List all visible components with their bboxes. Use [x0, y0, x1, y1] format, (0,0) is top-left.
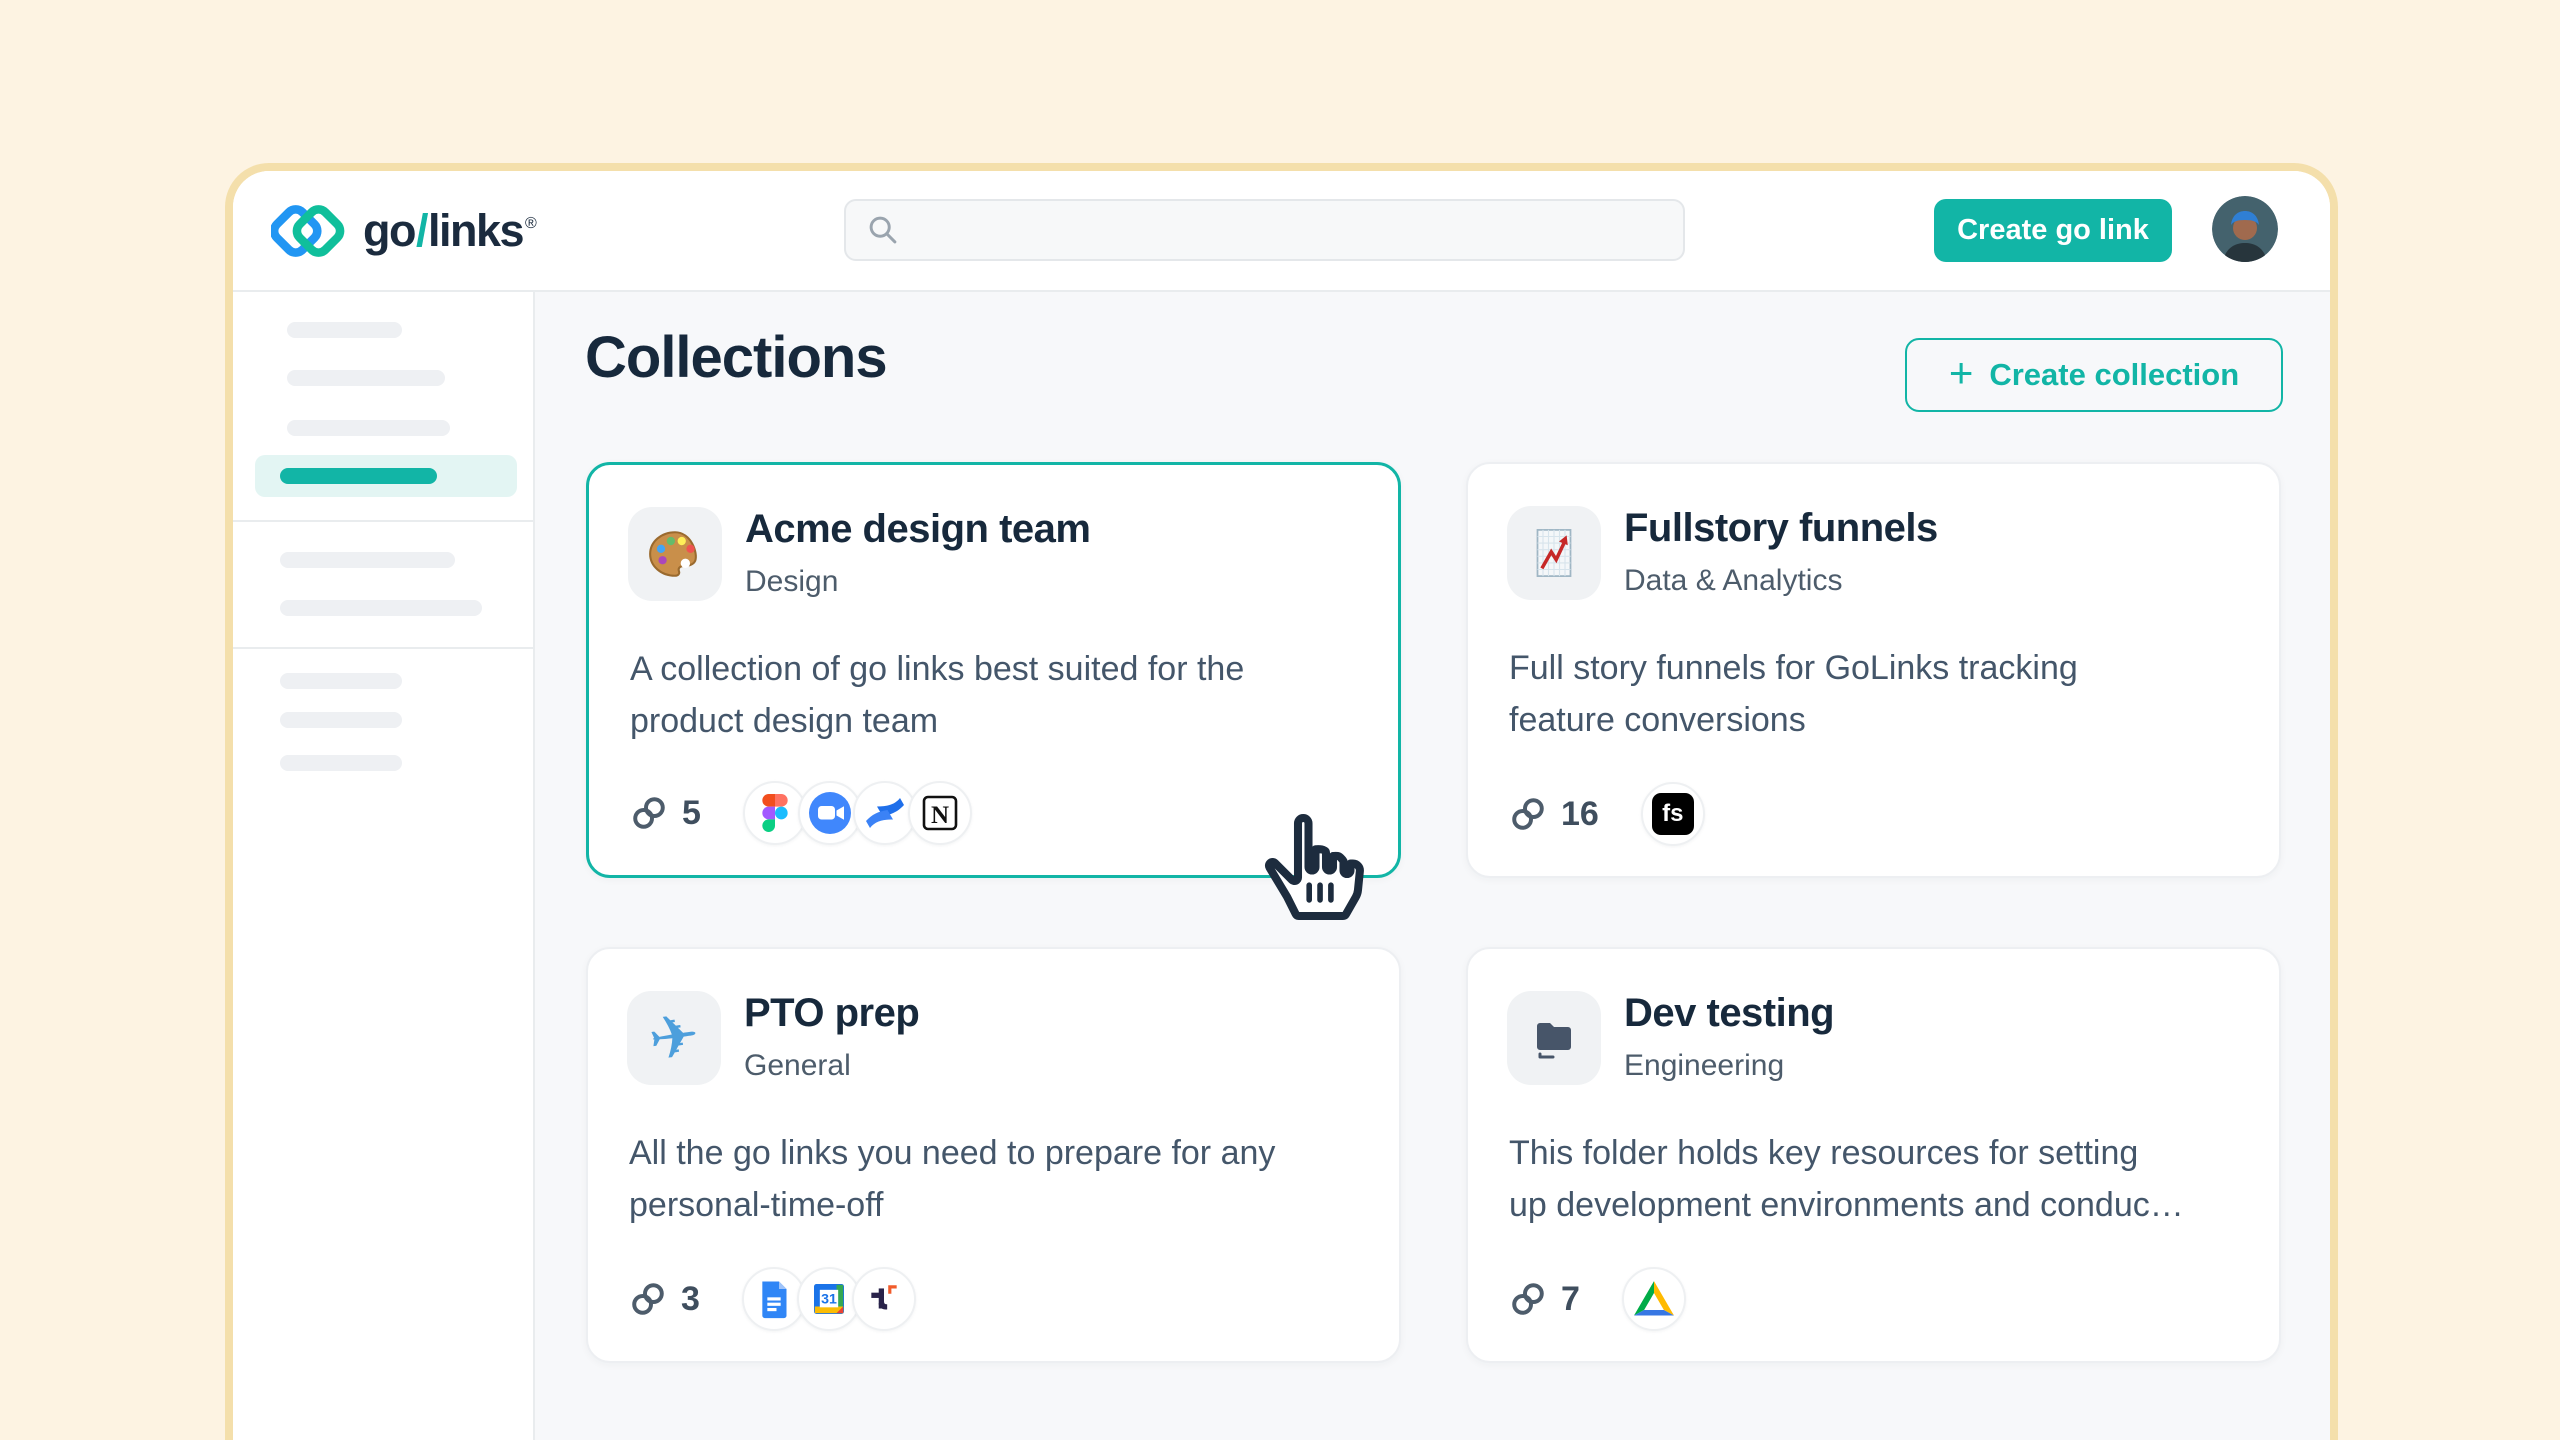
avatar-photo — [2212, 196, 2278, 262]
main-content: Collections + Create collection Acme des… — [535, 292, 2330, 1440]
avatar[interactable] — [2212, 196, 2278, 262]
collection-card-dev-testing[interactable]: Dev testing Engineering This folder hold… — [1466, 947, 2281, 1363]
sidebar-skeleton-item — [280, 712, 402, 728]
sidebar-skeleton-item — [280, 673, 402, 689]
app-chips: N — [743, 781, 972, 845]
card-footer: 3 — [629, 1267, 916, 1331]
collection-card-fullstory-funnels[interactable]: Fullstory funnels Data & Analytics Full … — [1466, 462, 2281, 878]
link-icon — [629, 1280, 667, 1318]
sidebar-skeleton-item — [280, 552, 455, 568]
plus-icon: + — [1949, 349, 1974, 397]
link-icon — [1509, 1280, 1547, 1318]
svg-text:N: N — [931, 802, 949, 829]
card-category: Design — [745, 565, 838, 599]
page-title: Collections — [585, 324, 887, 391]
card-category: Engineering — [1624, 1049, 1784, 1083]
folder-icon — [1507, 991, 1601, 1085]
card-title: Dev testing — [1624, 991, 1834, 1036]
sidebar-divider — [233, 520, 533, 522]
card-title: PTO prep — [744, 991, 919, 1036]
card-title: Acme design team — [745, 507, 1090, 552]
palette-icon — [628, 507, 722, 601]
card-category: Data & Analytics — [1624, 564, 1842, 598]
chart-increasing-icon — [1507, 506, 1601, 600]
golinks-logo[interactable]: go/links® — [271, 198, 535, 264]
card-title: Fullstory funnels — [1624, 506, 1938, 551]
svg-text:31: 31 — [821, 1292, 837, 1308]
collection-card-pto-prep[interactable]: ✈ PTO prep General All the go links you … — [586, 947, 1401, 1363]
card-description: Full story funnels for GoLinks tracking … — [1509, 642, 2249, 746]
sidebar-item-collections-active[interactable] — [255, 455, 517, 497]
collection-card-acme-design-team[interactable]: Acme design team Design A collection of … — [586, 462, 1401, 878]
app-chips — [1622, 1267, 1686, 1331]
link-icon — [630, 794, 668, 832]
link-count: 7 — [1561, 1280, 1580, 1319]
card-footer: 16 fs — [1509, 782, 1705, 846]
link-count: 5 — [682, 794, 701, 833]
app-chips: 31 — [742, 1267, 916, 1331]
sidebar-skeleton-item — [287, 322, 402, 338]
card-description: A collection of go links best suited for… — [630, 643, 1370, 747]
card-description: All the go links you need to prepare for… — [629, 1127, 1369, 1231]
search-input[interactable] — [844, 199, 1685, 261]
sidebar — [233, 292, 535, 1440]
create-collection-button[interactable]: + Create collection — [1905, 338, 2283, 412]
notion-icon: N — [908, 781, 972, 845]
google-drive-icon — [1622, 1267, 1686, 1331]
card-footer: 7 — [1509, 1267, 1686, 1331]
fullstory-icon: fs — [1641, 782, 1705, 846]
card-description: This folder holds key resources for sett… — [1509, 1127, 2249, 1231]
airplane-icon: ✈ — [627, 991, 721, 1085]
card-footer: 5 — [630, 781, 972, 845]
golinks-chain-icon — [271, 199, 347, 263]
app-chips: fs — [1641, 782, 1705, 846]
app-window: go/links® Create go link — [225, 163, 2338, 1440]
search-icon — [866, 213, 900, 247]
sidebar-active-bar — [280, 468, 437, 484]
sidebar-divider — [233, 647, 533, 649]
sidebar-skeleton-item — [280, 755, 402, 771]
sidebar-skeleton-item — [287, 420, 450, 436]
golinks-logo-text: go/links® — [363, 205, 535, 257]
link-count: 3 — [681, 1280, 700, 1319]
app-header: go/links® Create go link — [233, 171, 2330, 292]
link-count: 16 — [1561, 795, 1599, 834]
sidebar-skeleton-item — [287, 370, 445, 386]
create-collection-label: Create collection — [1989, 357, 2239, 393]
link-icon — [1509, 795, 1547, 833]
sidebar-skeleton-item — [280, 600, 482, 616]
card-category: General — [744, 1049, 851, 1083]
create-go-link-button[interactable]: Create go link — [1934, 199, 2172, 262]
trainual-icon — [852, 1267, 916, 1331]
